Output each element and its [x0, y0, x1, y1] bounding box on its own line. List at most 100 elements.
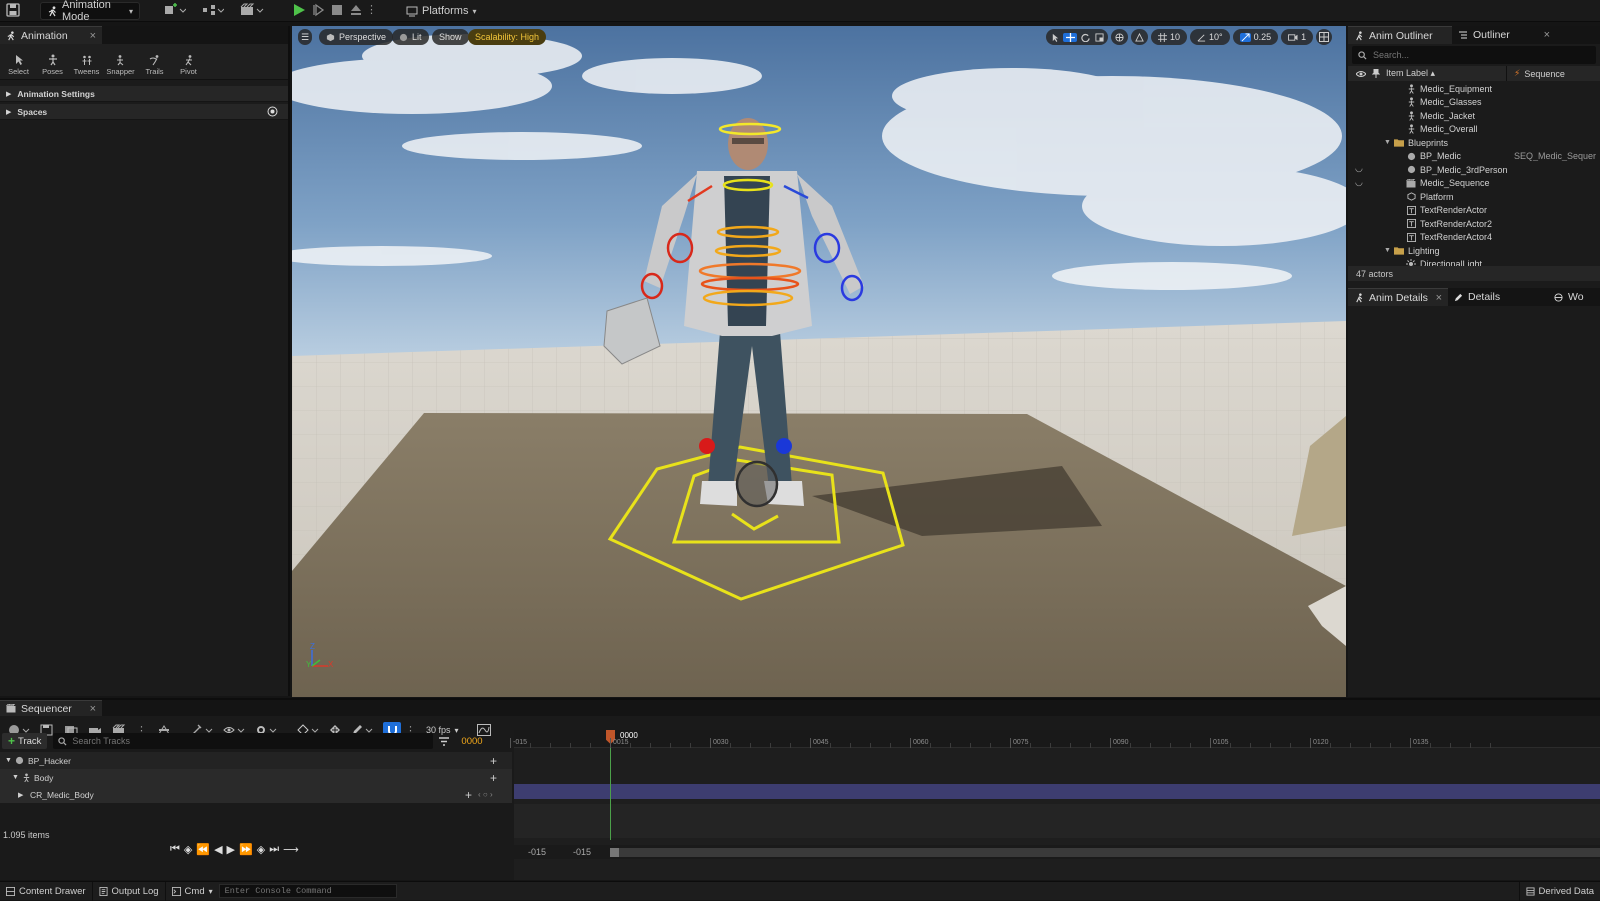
- output-log-button[interactable]: Output Log: [93, 881, 166, 901]
- visibility-eye-icon[interactable]: [1356, 70, 1366, 78]
- step-forward-icon[interactable]: ⏩: [239, 843, 253, 856]
- mode-selector[interactable]: Animation Mode ▾: [40, 0, 140, 23]
- stop-icon[interactable]: [330, 3, 344, 17]
- select-mode-icon[interactable]: [1049, 33, 1061, 42]
- jump-to-end-icon[interactable]: ⏭: [269, 843, 279, 856]
- section-bar[interactable]: [514, 784, 1600, 799]
- step-back-icon[interactable]: ⏪: [196, 843, 210, 856]
- close-icon[interactable]: ×: [90, 30, 96, 42]
- surface-snap-button[interactable]: [1131, 29, 1148, 45]
- next-key-icon[interactable]: ◈: [257, 843, 265, 856]
- viewport-layout-button[interactable]: [1316, 29, 1333, 45]
- scale-icon[interactable]: [1093, 32, 1105, 42]
- tab-animation[interactable]: Animation ×: [0, 26, 102, 44]
- outliner-row[interactable]: TextRenderActor4: [1348, 231, 1600, 245]
- hidden-eye-icon[interactable]: ◡: [1355, 163, 1363, 174]
- track-body[interactable]: ▼ Body +: [0, 769, 512, 786]
- tab-details[interactable]: Details: [1448, 288, 1548, 306]
- cmd-selector[interactable]: Cmd ▾: [166, 882, 219, 901]
- expand-arrow-icon[interactable]: ▼: [1384, 139, 1391, 146]
- grid-snap-button[interactable]: 10: [1151, 29, 1188, 45]
- coordinate-space-button[interactable]: [1111, 29, 1128, 45]
- tool-snapper[interactable]: Snapper: [104, 54, 137, 76]
- outliner-row[interactable]: Medic_Jacket: [1348, 109, 1600, 123]
- add-subtrack-icon[interactable]: +: [490, 771, 497, 785]
- translate-icon[interactable]: [1063, 32, 1077, 42]
- loop-icon[interactable]: ⟶: [283, 843, 299, 856]
- add-space-icon[interactable]: [267, 106, 278, 117]
- save-icon[interactable]: [6, 3, 20, 17]
- outliner-row[interactable]: ▼ Blueprints: [1348, 136, 1600, 150]
- outliner-row[interactable]: TextRenderActor: [1348, 204, 1600, 218]
- section-animation-settings[interactable]: ▶ Animation Settings: [0, 86, 288, 102]
- close-icon[interactable]: ×: [1436, 292, 1442, 304]
- rotate-icon[interactable]: [1079, 33, 1091, 42]
- column-divider[interactable]: [1506, 66, 1507, 81]
- hidden-eye-icon[interactable]: ◡: [1355, 177, 1363, 188]
- track-bp-hacker[interactable]: ▼ BP_Hacker +: [0, 752, 512, 769]
- filter-icon[interactable]: [439, 736, 450, 746]
- track-cr-medic-body[interactable]: ▶ CR_Medic_Body + ‹ ○ ›: [0, 786, 512, 803]
- key-navigation[interactable]: ‹ ○ ›: [478, 790, 493, 799]
- view-range-start[interactable]: -015: [528, 847, 546, 857]
- view-range-start-2[interactable]: -015: [573, 847, 591, 857]
- close-icon[interactable]: ×: [1544, 29, 1550, 41]
- expand-arrow-icon[interactable]: ▼: [1384, 247, 1391, 254]
- derived-data-button[interactable]: Derived Data: [1518, 882, 1600, 901]
- play-forward-icon[interactable]: ▶: [227, 843, 235, 856]
- add-key-icon[interactable]: +: [465, 788, 472, 802]
- scale-snap-button[interactable]: 0.25: [1232, 29, 1279, 45]
- platforms-menu[interactable]: Platforms ▾: [400, 2, 482, 20]
- tool-select[interactable]: Select: [2, 54, 35, 76]
- rotation-snap-button[interactable]: 10°: [1190, 29, 1230, 45]
- more-options-icon[interactable]: ⋮: [366, 3, 377, 16]
- add-actor-icon[interactable]: [164, 3, 186, 17]
- close-icon[interactable]: ×: [90, 703, 96, 715]
- tool-pivot[interactable]: Pivot: [172, 54, 205, 76]
- outliner-row[interactable]: TextRenderActor2: [1348, 217, 1600, 231]
- outliner-row[interactable]: Medic_Equipment: [1348, 82, 1600, 96]
- outliner-row[interactable]: ◡ BP_Medic_3rdPerson: [1348, 163, 1600, 177]
- outliner-search-input[interactable]: [1373, 50, 1573, 60]
- tool-poses[interactable]: Poses: [36, 54, 69, 76]
- console-command-input[interactable]: [218, 884, 397, 898]
- scalability-warning[interactable]: Scalability: High: [468, 29, 547, 45]
- tool-tweens[interactable]: Tweens: [70, 54, 103, 76]
- col-sequence[interactable]: ⚡ Sequence: [1514, 68, 1565, 79]
- play-reverse-icon[interactable]: ◀: [214, 843, 222, 856]
- tool-trails[interactable]: Trails: [138, 54, 171, 76]
- tab-outliner[interactable]: Outliner ×: [1452, 26, 1556, 44]
- track-search[interactable]: [53, 733, 434, 749]
- cinematics-menu-icon[interactable]: [240, 3, 264, 17]
- time-ruler[interactable]: [514, 730, 1600, 748]
- outliner-row[interactable]: Medic_Glasses: [1348, 96, 1600, 110]
- outliner-row[interactable]: Platform: [1348, 190, 1600, 204]
- scrollbar-handle[interactable]: [610, 848, 619, 857]
- track-search-input[interactable]: [72, 736, 413, 746]
- viewport-options-button[interactable]: ☰: [298, 29, 312, 45]
- outliner-row[interactable]: ◡ Medic_Sequence: [1348, 177, 1600, 191]
- outliner-search[interactable]: [1352, 46, 1596, 64]
- lit-button[interactable]: Lit: [392, 29, 429, 45]
- previous-key-icon[interactable]: ◈: [184, 843, 192, 856]
- add-track-button[interactable]: + Track: [2, 733, 48, 749]
- camera-speed-button[interactable]: 1: [1281, 29, 1314, 45]
- outliner-row[interactable]: ▼ Lighting: [1348, 244, 1600, 258]
- play-icon[interactable]: [292, 3, 306, 17]
- content-drawer-button[interactable]: Content Drawer: [0, 881, 93, 901]
- col-item-label[interactable]: Item Label ▴: [1386, 68, 1435, 79]
- outliner-row[interactable]: Medic_Overall: [1348, 123, 1600, 137]
- step-forward-icon[interactable]: [311, 3, 325, 17]
- outliner-row[interactable]: BP_Medic SEQ_Medic_Sequer: [1348, 150, 1600, 164]
- tab-anim-details[interactable]: Anim Details ×: [1348, 288, 1448, 306]
- show-button[interactable]: Show: [432, 29, 469, 45]
- section-spaces[interactable]: ▶ Spaces: [0, 104, 288, 120]
- current-frame[interactable]: 0000: [461, 736, 482, 747]
- add-subtrack-icon[interactable]: +: [490, 754, 497, 768]
- tab-world-settings[interactable]: Wo: [1548, 288, 1598, 306]
- tab-anim-outliner[interactable]: Anim Outliner: [1348, 26, 1452, 44]
- level-viewport[interactable]: ☰ Perspective Lit Show Scalability: High: [292, 26, 1346, 697]
- tab-sequencer[interactable]: Sequencer ×: [0, 700, 102, 716]
- eject-icon[interactable]: [349, 3, 363, 17]
- timeline[interactable]: 0000 -015 0015 0030 0045 0060 0075 0090 0105 012…: [510, 730, 1600, 880]
